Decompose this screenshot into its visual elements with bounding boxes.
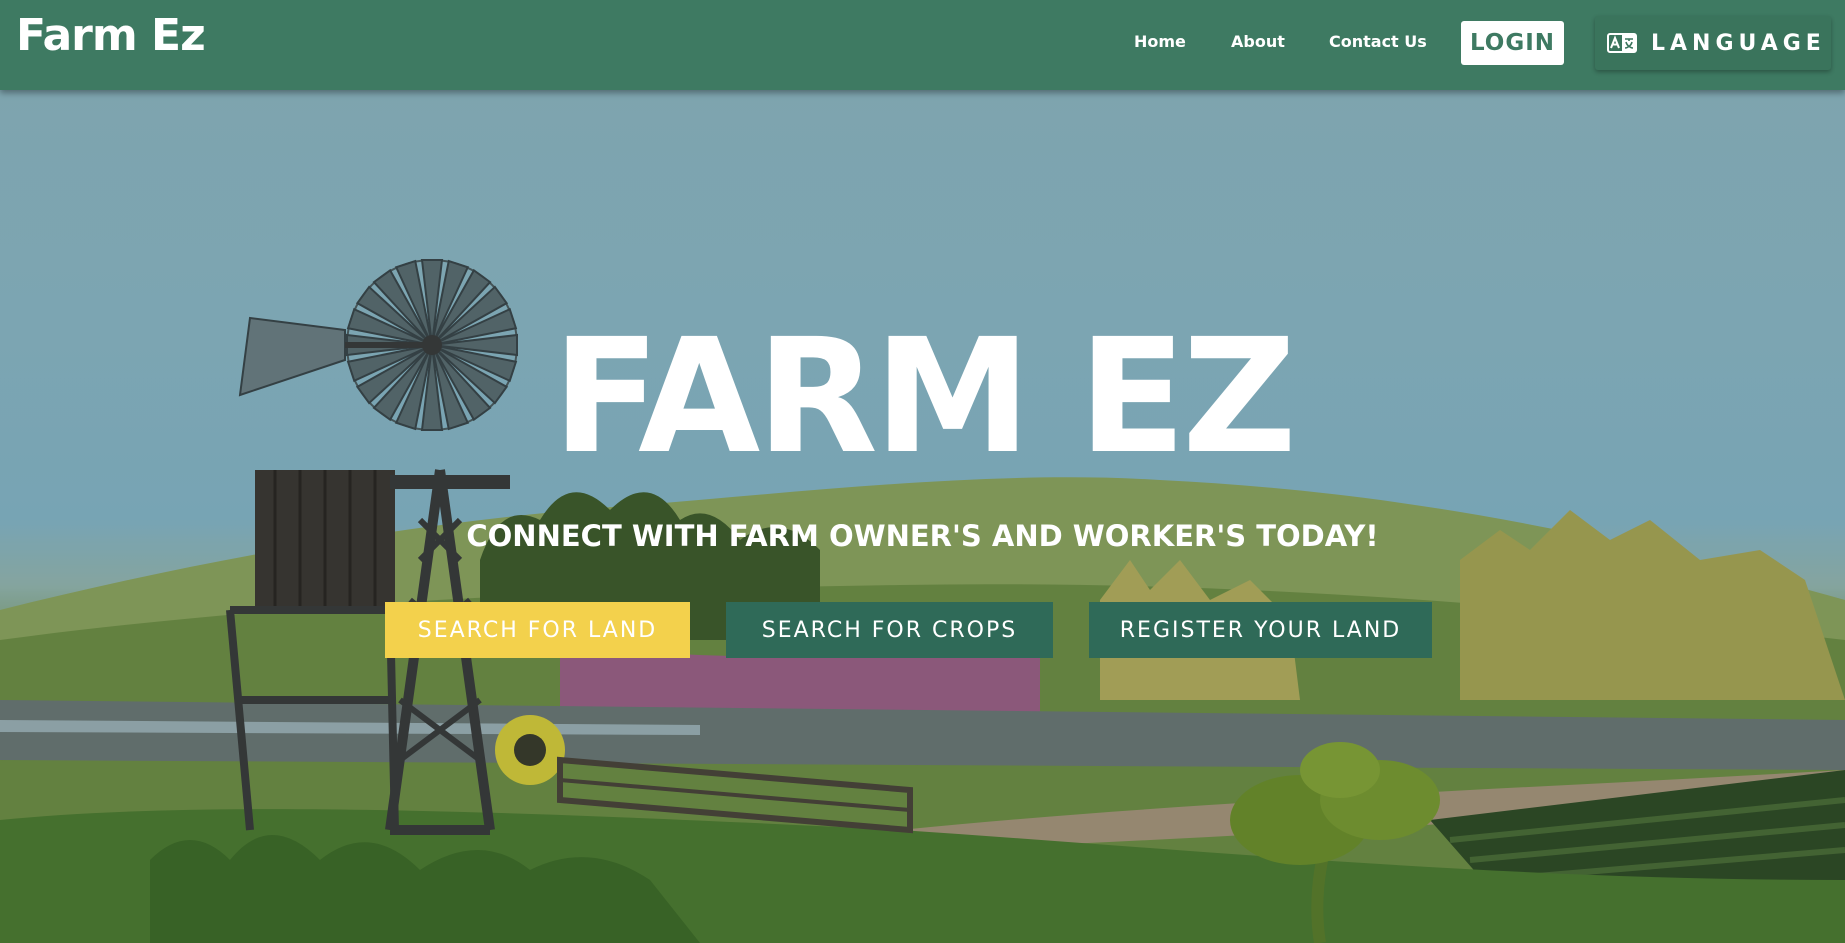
hero-subtitle: CONNECT WITH FARM OWNER'S AND WORKER'S T…	[466, 519, 1379, 553]
top-navbar: Farm Ez Home About Contact Us LOGIN LANG…	[0, 0, 1845, 90]
language-button[interactable]: LANGUAGE	[1595, 16, 1831, 70]
nav-link-about[interactable]: About	[1231, 32, 1285, 51]
language-label: LANGUAGE	[1651, 30, 1826, 56]
hero-title: FARM EZ	[552, 305, 1296, 489]
login-button[interactable]: LOGIN	[1461, 21, 1564, 65]
nav-link-home[interactable]: Home	[1134, 32, 1186, 51]
register-your-land-button[interactable]: REGISTER YOUR LAND	[1089, 602, 1432, 658]
nav-link-contact-us[interactable]: Contact Us	[1329, 32, 1427, 51]
brand-logo[interactable]: Farm Ez	[16, 10, 206, 61]
translate-icon	[1607, 33, 1637, 53]
search-for-crops-button[interactable]: SEARCH FOR CROPS	[726, 602, 1053, 658]
page: Farm Ez Home About Contact Us LOGIN LANG…	[0, 0, 1845, 943]
search-for-land-button[interactable]: SEARCH FOR LAND	[385, 602, 690, 658]
